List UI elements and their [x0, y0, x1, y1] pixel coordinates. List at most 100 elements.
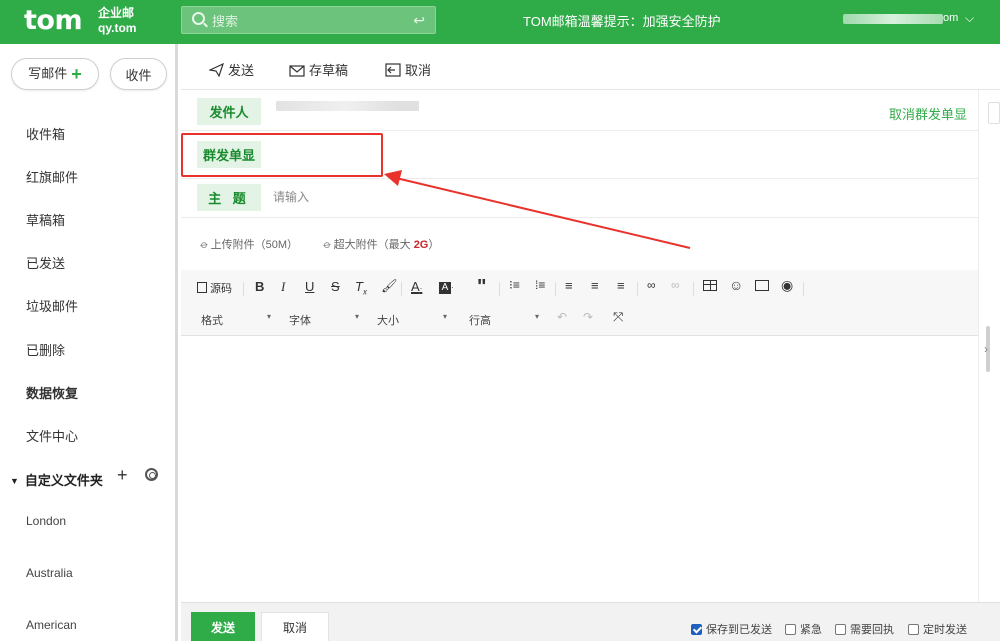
folder-american[interactable]: American	[26, 618, 77, 632]
clear-format-button[interactable]: Tx	[355, 279, 367, 297]
send-button[interactable]: 发送	[191, 612, 255, 641]
toolbar-separator	[401, 282, 402, 296]
compose-bottom-bar: 发送 取消 保存到已发送 紧急 需要回执 定时发送	[181, 602, 1000, 641]
add-folder-icon[interactable]: +	[117, 465, 128, 486]
save-draft-action[interactable]: 存草稿	[289, 60, 348, 79]
align-center-icon[interactable]: ≡	[591, 278, 599, 293]
editor-toolbar: 源码 B I U S Tx 🖌 A· A · " ⁝≡ ⁞≡ ≡ ≡ ≡ ∞ ∞ …	[181, 270, 978, 336]
strikethrough-button[interactable]: S	[331, 279, 340, 294]
bold-button[interactable]: B	[255, 279, 264, 294]
checkbox[interactable]	[785, 623, 796, 635]
cancel-group-send-link[interactable]: 取消群发单显	[889, 104, 967, 123]
italic-button[interactable]: I	[281, 279, 285, 295]
account-suffix: om	[943, 12, 959, 24]
sidebar-item-data-recovery[interactable]: 数据恢复	[26, 383, 78, 402]
background-color-button[interactable]: A ·	[439, 278, 454, 294]
checkbox-checked[interactable]	[691, 623, 702, 635]
logo-sub-line1: 企业邮	[98, 6, 135, 20]
send-action-label: 发送	[228, 63, 255, 78]
folder-australia[interactable]: Australia	[26, 566, 73, 580]
checkbox[interactable]	[908, 623, 919, 635]
divider	[181, 130, 978, 131]
paperclip-icon: ⌀	[197, 238, 211, 252]
sidebar-item-flagged[interactable]: 红旗邮件	[26, 167, 78, 186]
option-save-to-sent[interactable]: 保存到已发送	[691, 621, 772, 637]
sidebar-item-deleted[interactable]: 已删除	[26, 340, 65, 359]
sidebar-item-drafts[interactable]: 草稿箱	[26, 210, 65, 229]
send-icon	[209, 62, 224, 77]
option-scheduled-send[interactable]: 定时发送	[908, 621, 967, 637]
underline-button[interactable]: U	[305, 279, 314, 294]
caret-down-icon: ▼	[10, 476, 19, 486]
caret-down-icon: ▾	[266, 312, 271, 321]
undo-icon[interactable]: ↶	[557, 310, 567, 324]
source-icon	[197, 282, 207, 293]
align-right-icon[interactable]: ≡	[617, 278, 625, 293]
search-box[interactable]: ↩	[181, 6, 436, 34]
sidebar-item-spam[interactable]: 垃圾邮件	[26, 296, 78, 315]
search-input[interactable]	[212, 11, 392, 31]
cancel-button[interactable]: 取消	[261, 612, 329, 641]
sidebar-item-inbox[interactable]: 收件箱	[26, 124, 65, 143]
fullscreen-icon[interactable]: ⤧	[613, 309, 623, 325]
format-painter-icon[interactable]: 🖌	[381, 278, 398, 294]
chevron-down-icon[interactable]: ⌵	[965, 11, 974, 26]
emoji-icon[interactable]: ☺	[729, 277, 743, 293]
quote-icon[interactable]: "	[477, 276, 486, 299]
checkbox[interactable]	[835, 623, 846, 635]
notice-text[interactable]: TOM邮箱温馨提示：加强安全防护	[523, 11, 721, 30]
sender-label[interactable]: 发件人	[197, 98, 261, 125]
table-icon[interactable]	[703, 279, 717, 294]
draft-icon	[289, 64, 305, 77]
line-height-select[interactable]: 行高 ▾	[469, 312, 539, 328]
option-receipt-label: 需要回执	[850, 624, 894, 636]
toolbar-separator	[803, 282, 804, 296]
toolbar-separator	[637, 282, 638, 296]
exit-icon	[385, 62, 401, 77]
gear-icon[interactable]	[145, 468, 158, 481]
enter-icon[interactable]: ↩	[413, 12, 425, 29]
image-icon[interactable]	[755, 279, 769, 294]
caret-down-icon: ▾	[442, 312, 447, 321]
sidebar: 写邮件 + 收件 收件箱 红旗邮件 草稿箱 已发送 垃圾邮件 已删除 数据恢复 文…	[0, 44, 178, 641]
scroll-top-handle[interactable]	[988, 102, 1000, 124]
option-receipt[interactable]: 需要回执	[835, 621, 894, 637]
redo-icon[interactable]: ↷	[583, 310, 593, 324]
account-email[interactable]: om	[843, 12, 959, 26]
sender-address-blurred	[276, 101, 416, 111]
compose-area: 发件人 取消群发单显 群发单显 主 题 ⌀上传附件（50M） ⌀超大附件（最大 …	[181, 90, 978, 602]
option-urgent-label: 紧急	[800, 624, 822, 636]
sidebar-item-file-center[interactable]: 文件中心	[26, 426, 78, 445]
size-select[interactable]: 大小 ▾	[377, 312, 447, 328]
save-draft-label: 存草稿	[309, 63, 349, 78]
search-icon	[192, 12, 205, 25]
logo-sub-line2: qy.tom	[98, 21, 137, 35]
plus-icon: +	[71, 64, 82, 84]
folder-london[interactable]: London	[26, 514, 66, 528]
receive-button[interactable]: 收件	[110, 58, 167, 90]
custom-folder-label: 自定义文件夹	[24, 473, 103, 488]
top-header: tom 企业邮 qy.tom ↩ TOM邮箱温馨提示：加强安全防护 om ⌵	[0, 0, 1000, 44]
custom-folder-header[interactable]: ▼ 自定义文件夹	[10, 470, 103, 489]
format-select[interactable]: 格式 ▾	[201, 312, 271, 328]
cancel-action[interactable]: 取消	[385, 60, 431, 79]
source-code-button[interactable]: 源码	[197, 280, 232, 296]
compose-action-bar: 发送 存草稿 取消	[181, 44, 1000, 90]
chevron-right-icon[interactable]: ›	[984, 342, 988, 356]
sidebar-item-sent[interactable]: 已发送	[26, 253, 65, 272]
line-height-select-label: 行高	[469, 315, 491, 327]
link-icon[interactable]: ∞	[647, 278, 656, 292]
unlink-icon[interactable]: ∞	[671, 278, 680, 292]
send-action[interactable]: 发送	[209, 60, 254, 79]
upload-attachment-link[interactable]: ⌀上传附件（50M）	[197, 236, 298, 252]
option-urgent[interactable]: 紧急	[785, 621, 822, 637]
font-color-button[interactable]: A·	[411, 279, 422, 294]
compose-button[interactable]: 写邮件 +	[11, 58, 99, 90]
align-left-icon[interactable]: ≡	[565, 278, 573, 293]
logo[interactable]: tom	[24, 5, 83, 36]
numbered-list-icon[interactable]: ⁞≡	[535, 278, 545, 292]
compass-icon[interactable]: ◉	[781, 277, 793, 294]
font-select[interactable]: 字体 ▾	[289, 312, 359, 328]
size-select-label: 大小	[377, 315, 399, 327]
bullet-list-icon[interactable]: ⁝≡	[509, 278, 520, 292]
